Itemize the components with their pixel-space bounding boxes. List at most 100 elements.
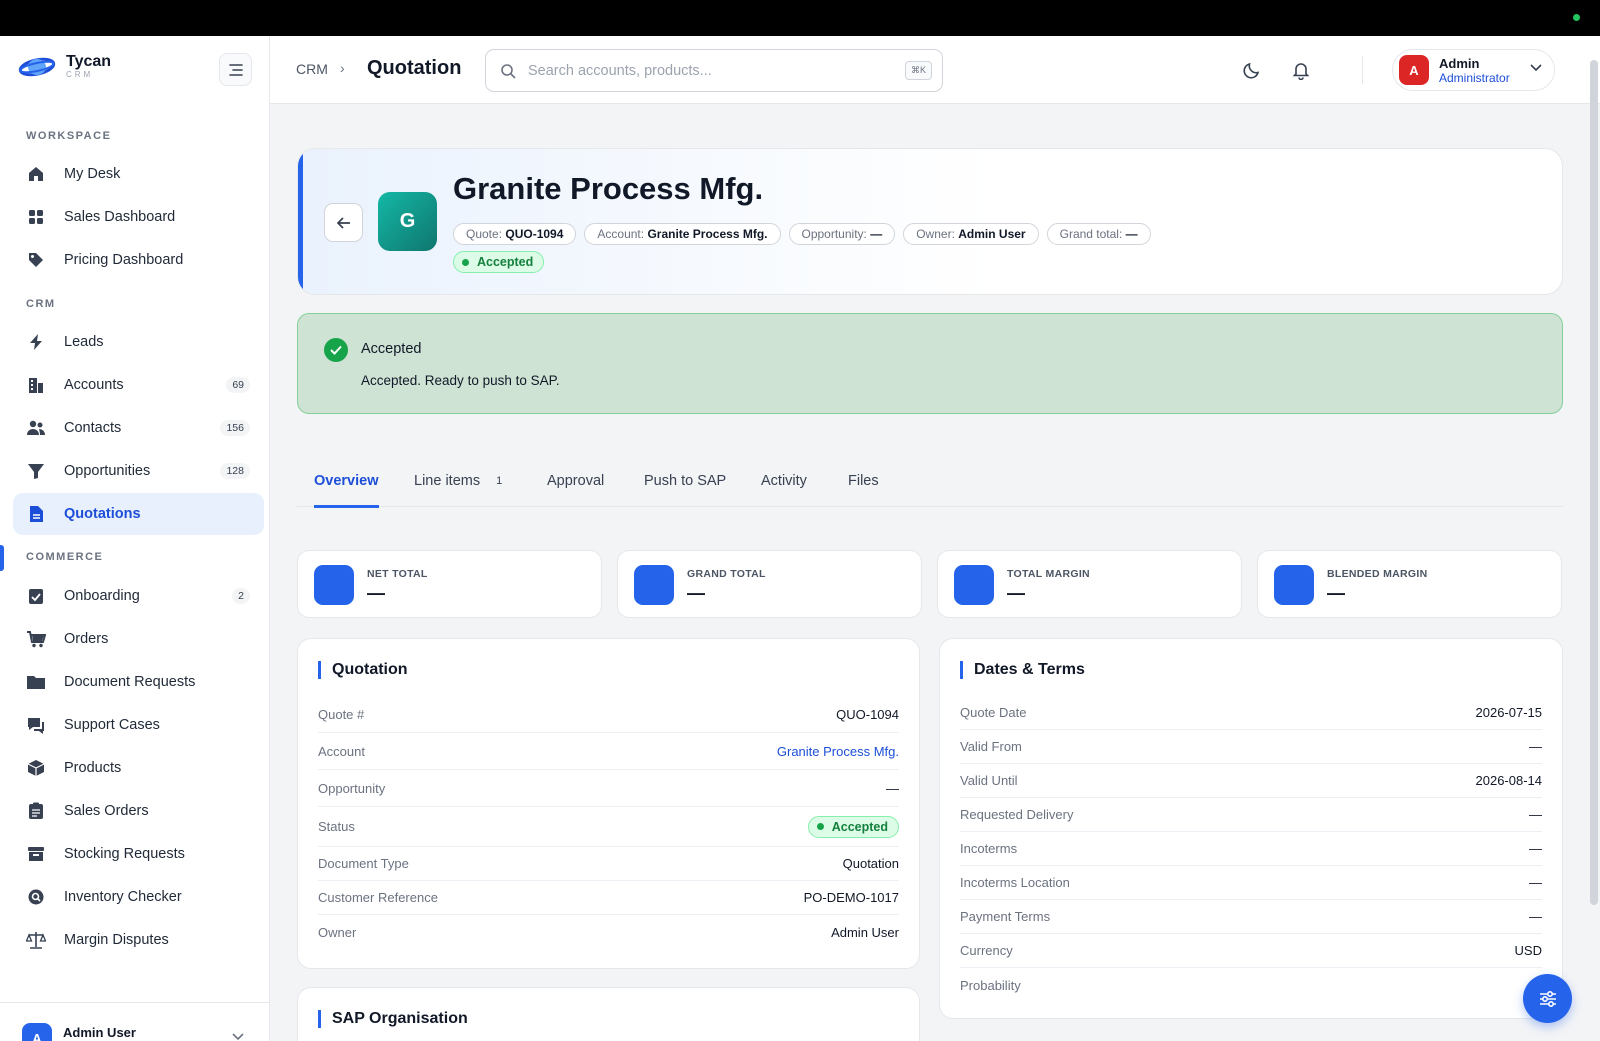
sidebar-item-label: Leads: [64, 334, 104, 350]
theme-toggle-button[interactable]: [1240, 58, 1264, 82]
collapse-sidebar-button[interactable]: [219, 53, 252, 86]
tab-files[interactable]: Files: [848, 455, 879, 507]
top-header: CRM › Quotation Search accounts, product…: [270, 36, 1600, 104]
folder-icon: [26, 672, 46, 692]
tab-line-items[interactable]: Line items 1: [414, 455, 502, 507]
profile-name: Admin: [1439, 56, 1480, 71]
field-row: Payment Terms —: [960, 900, 1542, 934]
chevron-down-icon: [232, 1033, 244, 1041]
field-label: Currency: [960, 943, 1013, 958]
breadcrumb-crm[interactable]: CRM: [296, 61, 328, 77]
breadcrumb-separator: ›: [340, 60, 345, 76]
sidebar-item-label: Sales Dashboard: [64, 209, 176, 225]
chip-value: QUO-1094: [505, 227, 564, 241]
field-value: —: [1529, 739, 1542, 754]
sidebar-user-menu[interactable]: A Admin User Administrator: [0, 1002, 270, 1041]
field-label: Valid From: [960, 739, 1022, 754]
chevron-down-icon: [1530, 64, 1542, 72]
sidebar-item-stocking-requests[interactable]: Stocking Requests: [13, 833, 264, 875]
quote-header-card: G Granite Process Mfg. Quote: QUO-1094 A…: [297, 148, 1563, 295]
sidebar-item-leads[interactable]: Leads: [13, 321, 264, 363]
field-value: 2026-08-14: [1475, 773, 1543, 788]
field-label: Incoterms Location: [960, 875, 1070, 890]
chip-label: Opportunity:: [801, 227, 867, 241]
field-row: Quote Date 2026-07-15: [960, 696, 1542, 730]
sidebar-item-contacts[interactable]: Contacts 156: [13, 407, 264, 449]
status-badge: Accepted: [807, 815, 899, 838]
quotation-card: Quotation Quote # QUO-1094 Account Granite…: [297, 638, 920, 969]
scrollbar[interactable]: [1590, 60, 1598, 905]
kpi-icon: [634, 565, 674, 605]
sidebar-item-inventory-checker[interactable]: Inventory Checker: [13, 876, 264, 918]
brand-sub: CRM: [66, 70, 94, 79]
status-dot: [462, 258, 469, 266]
sidebar-item-orders[interactable]: Orders: [13, 618, 264, 660]
box-icon: [26, 758, 46, 778]
search-icon: [501, 64, 516, 79]
search-input[interactable]: Search accounts, products... ⌘K: [485, 49, 943, 92]
field-row: Opportunity —: [318, 770, 899, 807]
field-row: Valid Until 2026-08-14: [960, 764, 1542, 798]
kpi-blended-margin: BLENDED MARGIN —: [1257, 550, 1562, 618]
quote-meta-chips: Quote: QUO-1094 Account: Granite Process…: [453, 223, 1151, 245]
sidebar-item-products[interactable]: Products: [13, 747, 264, 789]
sidebar-item-margin-disputes[interactable]: Margin Disputes: [13, 919, 264, 961]
profile-menu[interactable]: A Admin Administrator: [1392, 49, 1555, 91]
home-icon: [26, 164, 46, 184]
field-row: Quote # QUO-1094: [318, 696, 899, 733]
sidebar-item-label: Stocking Requests: [64, 846, 185, 862]
chip-owner: Owner: Admin User: [903, 223, 1039, 245]
field-value: —: [1529, 875, 1542, 890]
sidebar-item-my-desk[interactable]: My Desk: [13, 153, 264, 195]
back-button[interactable]: [324, 203, 363, 242]
sidebar-item-label: Contacts: [64, 420, 122, 436]
field-label: Valid Until: [960, 773, 1018, 788]
sidebar-item-quotations[interactable]: Quotations: [13, 493, 264, 535]
field-row: Currency USD: [960, 934, 1542, 968]
tab-label: Overview: [314, 473, 379, 489]
section-label-crm: CRM: [26, 298, 56, 310]
grid-icon: [26, 207, 46, 227]
kpi-label: BLENDED MARGIN: [1327, 568, 1428, 580]
tab-approval[interactable]: Approval: [547, 455, 604, 507]
account-avatar: G: [378, 192, 437, 251]
chat-icon: [26, 715, 46, 735]
notifications-button[interactable]: [1289, 58, 1313, 82]
filter-settings-button[interactable]: [1523, 974, 1572, 1023]
brand[interactable]: Tycan CRM: [18, 54, 111, 80]
field-label: Owner: [318, 924, 357, 940]
sidebar-item-label: Support Cases: [64, 717, 160, 733]
field-label: Requested Delivery: [960, 807, 1074, 822]
tab-overview[interactable]: Overview: [314, 455, 379, 508]
sidebar-item-opportunities[interactable]: Opportunities 128: [13, 450, 264, 492]
sidebar-item-document-requests[interactable]: Document Requests: [13, 661, 264, 703]
field-value: Admin User: [831, 924, 899, 940]
quotation-fields: Quote # QUO-1094 Account Granite Process M…: [318, 696, 899, 949]
kpi-value: —: [1007, 583, 1025, 603]
alert-title: Accepted: [361, 341, 422, 357]
account-link[interactable]: Granite Process Mfg.: [777, 744, 899, 759]
tab-push-to-sap[interactable]: Push to SAP: [644, 455, 726, 507]
chip-label: Account:: [597, 227, 645, 241]
sidebar-item-sales-orders[interactable]: Sales Orders: [13, 790, 264, 832]
sidebar-item-sales-dashboard[interactable]: Sales Dashboard: [13, 196, 264, 238]
chip-grand-total: Grand total: —: [1046, 223, 1151, 245]
kpi-net-total: NET TOTAL —: [297, 550, 602, 618]
sidebar-item-accounts[interactable]: Accounts 69: [13, 364, 264, 406]
tab-count: 1: [496, 475, 503, 487]
tab-activity[interactable]: Activity: [761, 455, 807, 507]
field-label: Incoterms: [960, 841, 1018, 856]
sidebar-item-support-cases[interactable]: Support Cases: [13, 704, 264, 746]
kpi-icon: [954, 565, 994, 605]
field-value: —: [886, 780, 899, 796]
field-row: Customer Reference PO-DEMO-1017: [318, 881, 899, 915]
sidebar-item-pricing-dashboard[interactable]: Pricing Dashboard: [13, 239, 264, 281]
kpi-label: NET TOTAL: [367, 568, 428, 580]
sidebar-item-onboarding[interactable]: Onboarding 2: [13, 575, 264, 617]
check-circle-icon: [324, 338, 348, 362]
hero-accent-bar: [298, 149, 303, 294]
field-label: Customer Reference: [318, 890, 438, 905]
field-row: Probability: [960, 968, 1542, 1002]
field-row: Document Type Quotation: [318, 847, 899, 881]
status-dot: [816, 823, 824, 830]
